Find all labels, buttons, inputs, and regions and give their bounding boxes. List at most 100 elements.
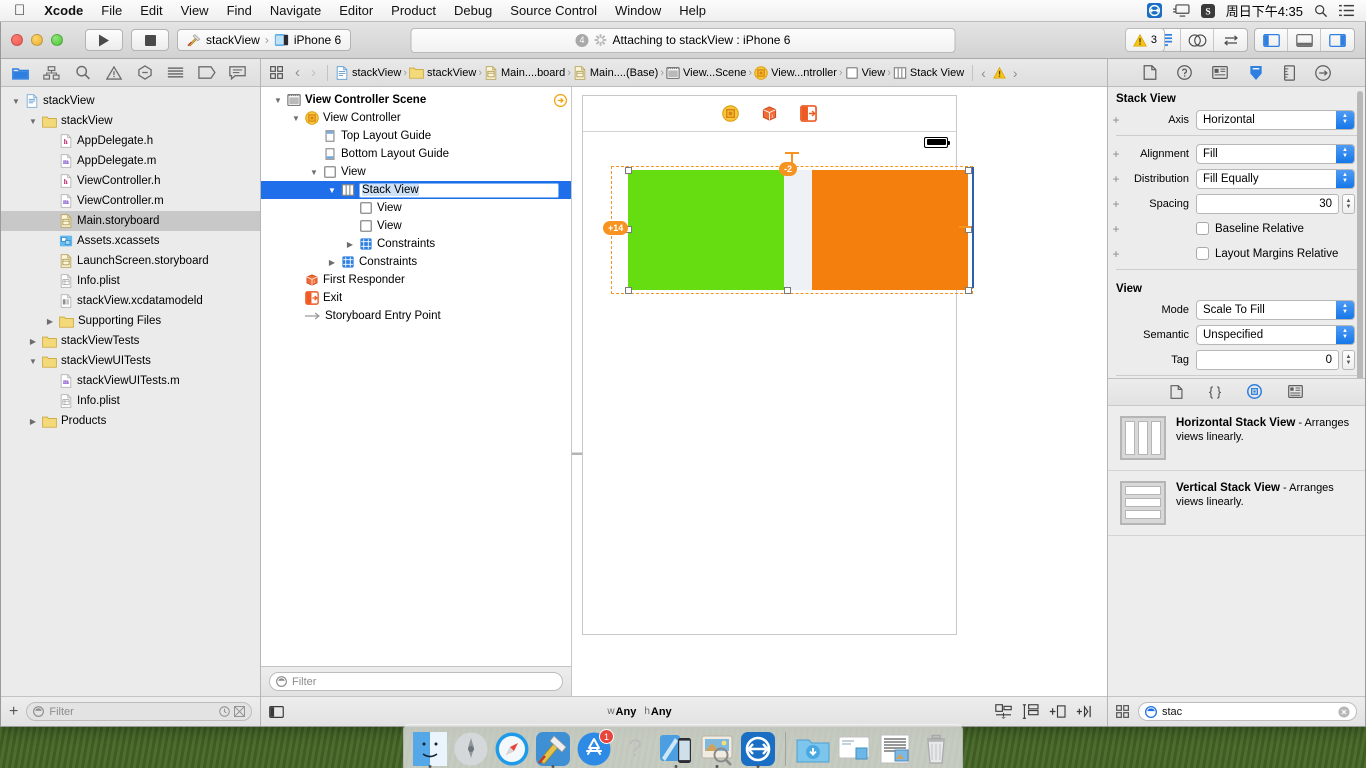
warning-count-badge[interactable]: 3 — [1124, 28, 1165, 52]
breadcrumb-item-1[interactable]: stackView — [409, 66, 476, 79]
trash-icon[interactable] — [919, 732, 953, 766]
version-editor-button[interactable] — [1214, 29, 1247, 51]
quick-help-inspector-tab[interactable] — [1176, 65, 1192, 80]
run-button[interactable] — [85, 29, 123, 51]
selection-handle-bc[interactable] — [784, 287, 791, 294]
leading-constraint-badge[interactable]: +14 — [603, 221, 629, 235]
toggle-navigator-button[interactable] — [1255, 29, 1288, 51]
notification-center-icon[interactable] — [1339, 4, 1354, 17]
outline-row-stack-view[interactable]: ▼ Stack View — [261, 181, 571, 199]
disclosure-triangle[interactable]: ▼ — [327, 186, 337, 195]
align-button[interactable] — [995, 704, 1012, 719]
disclosure-triangle[interactable]: ▼ — [309, 168, 319, 177]
resolve-auto-layout-issues-button[interactable] — [1049, 704, 1066, 719]
disclosure-triangle[interactable]: ▶ — [327, 258, 337, 267]
navigator-row-stackviewuitests-m[interactable]: m stackViewUITests.m — [1, 371, 260, 391]
navigator-row-products[interactable]: ▶ Products — [1, 411, 260, 431]
navigator-row-info-plist[interactable]: Info.plist — [1, 271, 260, 291]
library-item[interactable]: Vertical Stack View - Arranges views lin… — [1108, 471, 1365, 536]
selection-handle-bl[interactable] — [625, 287, 632, 294]
chevron-updown-icon[interactable]: ▲ ▼ — [1336, 110, 1354, 129]
size-inspector-tab[interactable] — [1283, 64, 1295, 81]
outline-row-top-layout-guide[interactable]: Top Layout Guide — [261, 127, 571, 145]
snagit-menu-icon[interactable]: S — [1200, 3, 1215, 18]
project-navigator-tree[interactable]: ▼ stackView ▼ stackView h AppDelegate.h m AppDe… — [1, 87, 260, 696]
stack-view-preview[interactable] — [628, 170, 968, 290]
chevron-updown-icon[interactable]: ▲ ▼ — [1336, 169, 1354, 188]
spotlight-icon[interactable] — [1314, 4, 1328, 18]
breadcrumb-item-7[interactable]: Stack View — [893, 66, 964, 80]
menu-item-xcode[interactable]: Xcode — [35, 0, 92, 22]
airplay-menu-icon[interactable] — [1172, 4, 1190, 17]
scene-dock[interactable]: 1 — [583, 96, 956, 132]
close-window-button[interactable] — [11, 34, 23, 46]
menu-item-editor[interactable]: Editor — [330, 0, 382, 22]
disclosure-triangle[interactable]: ▼ — [273, 96, 283, 105]
menu-clock[interactable]: 周日下午4:35 — [1226, 1, 1303, 20]
object-library-tab[interactable] — [1247, 384, 1263, 399]
tag-field[interactable]: 0 — [1196, 349, 1339, 370]
outline-row-view-controller-scene[interactable]: ▼ View Controller Scene — [261, 91, 571, 109]
add-variation-button[interactable]: + — [1108, 113, 1124, 127]
storyboard-canvas[interactable]: ⟶ 1 — [572, 87, 1107, 696]
navigator-row-main-storyboard[interactable]: Main.storyboard — [1, 211, 260, 231]
outline-row-view[interactable]: View — [261, 199, 571, 217]
navigator-row-viewcontroller-h[interactable]: h ViewController.h — [1, 171, 260, 191]
assistant-editor-button[interactable] — [1181, 29, 1214, 51]
selection-handle-br[interactable] — [965, 287, 972, 294]
selection-handle-tl[interactable] — [625, 167, 632, 174]
disclosure-triangle[interactable]: ▶ — [345, 240, 355, 249]
semantic-popup[interactable]: Unspecified ▲ ▼ — [1196, 324, 1355, 345]
disclosure-triangle[interactable]: ▶ — [45, 317, 55, 326]
add-file-button[interactable]: + — [9, 703, 18, 720]
connections-inspector-tab[interactable] — [1314, 64, 1331, 81]
simulator-icon[interactable] — [659, 732, 693, 768]
minimize-window-button[interactable] — [31, 34, 43, 46]
outline-rename-field[interactable]: Stack View — [359, 182, 559, 198]
spacing-field-stepper[interactable]: ▲ ▼ — [1342, 193, 1355, 214]
toggle-utilities-button[interactable] — [1321, 29, 1354, 51]
attributes-inspector-tab[interactable] — [1248, 65, 1264, 81]
outline-row-bottom-layout-guide[interactable]: Bottom Layout Guide — [261, 145, 571, 163]
outline-row-view[interactable]: View — [261, 217, 571, 235]
chevron-updown-icon[interactable]: ▲ ▼ — [1336, 300, 1354, 319]
library-item[interactable]: Horizontal Stack View - Arranges views l… — [1108, 406, 1365, 471]
breadcrumb-item-5[interactable]: View...ntroller — [754, 65, 837, 80]
project-navigator-tab[interactable] — [5, 60, 36, 86]
navigator-row-viewcontroller-m[interactable]: m ViewController.m — [1, 191, 260, 211]
mac-dock[interactable]: 1 ? — [403, 724, 963, 768]
size-class-control[interactable]: w Any h Any — [292, 706, 987, 718]
add-variation-button[interactable]: + — [1108, 172, 1124, 186]
symbol-navigator-tab[interactable] — [36, 60, 67, 86]
disclosure-triangle[interactable]: ▼ — [11, 97, 21, 106]
file-template-library-tab[interactable] — [1170, 384, 1183, 399]
outline-row-constraints[interactable]: ▶ Constraints — [261, 253, 571, 271]
zoom-window-button[interactable] — [51, 34, 63, 46]
breadcrumb-item-4[interactable]: View...Scene — [666, 66, 746, 80]
baseline-relative-checkbox[interactable] — [1196, 222, 1209, 235]
view-controller-icon[interactable] — [722, 105, 739, 122]
mode-popup[interactable]: Scale To Fill ▲ ▼ — [1196, 299, 1355, 320]
spacing-field[interactable]: 30 — [1196, 193, 1339, 214]
outline-row-exit[interactable]: Exit — [261, 289, 571, 307]
scene-entry-arrow-icon[interactable] — [554, 93, 567, 107]
breakpoint-navigator-tab[interactable] — [191, 60, 222, 86]
file-inspector-tab[interactable] — [1143, 65, 1157, 80]
issue-navigator-tab[interactable] — [98, 60, 129, 86]
inspector-scrollbar[interactable] — [1357, 91, 1363, 378]
stop-button[interactable] — [131, 29, 169, 51]
disclosure-triangle[interactable]: ▼ — [28, 117, 38, 126]
jumpbar-back-button[interactable]: ‹ — [291, 64, 304, 81]
orange-view[interactable] — [812, 170, 968, 290]
safari-icon[interactable] — [495, 732, 529, 766]
related-items-icon[interactable] — [266, 66, 288, 79]
disclosure-triangle[interactable]: ▶ — [28, 337, 38, 346]
selection-handle-tr[interactable] — [965, 167, 972, 174]
top-constraint-badge[interactable]: -2 — [779, 162, 798, 176]
outline-filter-input[interactable]: Filter — [269, 672, 563, 691]
launchpad-icon[interactable] — [454, 732, 488, 766]
menu-item-debug[interactable]: Debug — [445, 0, 501, 22]
navigator-row-launchscreen-storyboard[interactable]: LaunchScreen.storyboard — [1, 251, 260, 271]
menu-item-navigate[interactable]: Navigate — [261, 0, 330, 22]
breadcrumb-item-3[interactable]: Main....(Base) — [573, 65, 658, 80]
